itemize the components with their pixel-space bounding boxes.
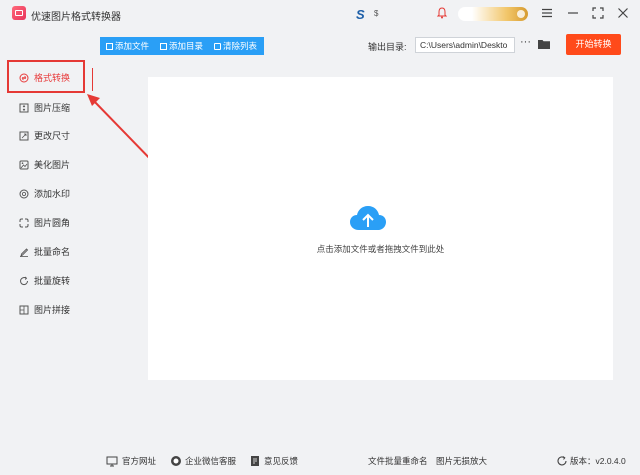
cloud-upload-icon[interactable] <box>349 204 387 234</box>
website-icon <box>106 456 118 467</box>
footer-feedback-link[interactable]: 意见反馈 <box>264 455 298 467</box>
feedback-icon <box>251 456 259 466</box>
drop-hint: 点击添加文件或者拖拽文件到此处 <box>316 244 445 254</box>
footer-batch-rename-link[interactable]: 文件批量重命名 <box>368 455 428 467</box>
refresh-icon[interactable] <box>556 455 568 467</box>
footer-lossless-zoom-link[interactable]: 图片无损放大 <box>436 455 487 467</box>
footer-wechat-link[interactable]: 企业微信客服 <box>185 455 236 467</box>
version-label: 版本：v2.0.4.0 <box>570 456 626 466</box>
wechat-icon <box>171 456 181 466</box>
footer-website-link[interactable]: 官方网址 <box>122 455 156 467</box>
